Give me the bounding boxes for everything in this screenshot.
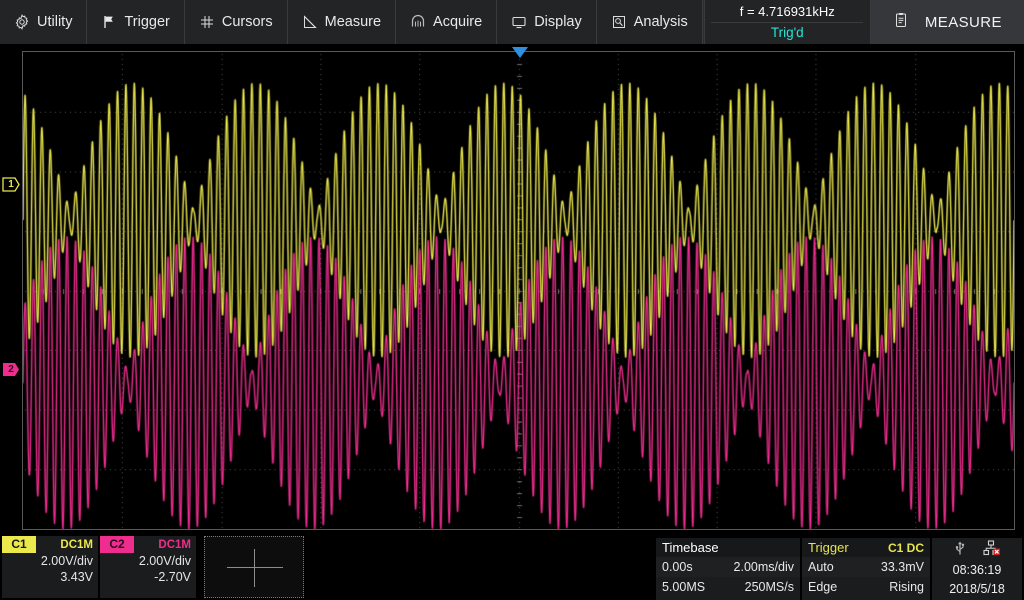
channel-2-header: C2 DC1M — [100, 536, 196, 553]
timebase-memory: 5.00MS — [662, 577, 705, 597]
trigger-level: 33.3mV — [881, 557, 924, 577]
menu-item-analysis[interactable]: Analysis — [597, 0, 703, 44]
channel-1-coupling[interactable]: DC1M — [60, 539, 98, 551]
gear-icon — [14, 14, 30, 30]
menu-item-label: Acquire — [433, 14, 482, 30]
channel-2-badge[interactable]: C2 — [100, 536, 134, 553]
timebase-title: Timebase — [662, 540, 719, 555]
oscilloscope-screen: Utility Trigger Cursors — [0, 0, 1024, 600]
waveform-canvas[interactable] — [23, 52, 1014, 529]
preview-crosshair-horizontal — [227, 567, 283, 568]
waveform-navigation-preview[interactable] — [204, 536, 304, 598]
channel-1-scale[interactable]: 2.00V/div — [2, 553, 98, 569]
channel-marker-label: 1 — [8, 177, 14, 192]
trigger-state-readout: Trig'd — [771, 24, 804, 42]
lan-disconnected-icon[interactable] — [983, 540, 1001, 561]
channel-1-reference-marker[interactable]: 1 — [2, 177, 20, 192]
channel-2-reference-marker[interactable]: 2 — [2, 362, 20, 377]
menu-item-utility[interactable]: Utility — [0, 0, 87, 44]
channel-2-offset[interactable]: -2.70V — [100, 569, 196, 585]
menu-item-cursors[interactable]: Cursors — [185, 0, 288, 44]
channel-marker-label: 2 — [8, 362, 14, 377]
preview-crosshair-vertical — [254, 549, 255, 587]
measure-button-label: MEASURE — [925, 14, 1002, 31]
menu-item-label: Cursors — [222, 14, 273, 30]
channel-1-header: C1 DC1M — [2, 536, 98, 553]
trigger-status-box: f = 4.716931kHz Trig'd — [704, 0, 871, 44]
menu-item-label: Analysis — [634, 14, 688, 30]
menu-item-display[interactable]: Display — [497, 0, 597, 44]
trigger-panel[interactable]: Trigger C1 DC Auto 33.3mV Edge Rising — [802, 538, 930, 600]
menu-item-label: Utility — [37, 14, 72, 30]
timebase-panel[interactable]: Timebase 0.00s 2.00ms/div 5.00MS 250MS/s — [656, 538, 800, 600]
system-status-panel: 08:36:19 2018/5/18 — [932, 538, 1022, 600]
channel-1-offset[interactable]: 3.43V — [2, 569, 98, 585]
trigger-position-marker[interactable] — [511, 46, 529, 58]
ruler-triangle-icon — [302, 14, 318, 30]
channel-2-coupling[interactable]: DC1M — [158, 539, 196, 551]
menu-item-label: Trigger — [124, 14, 169, 30]
timebase-row-memory-rate[interactable]: 5.00MS 250MS/s — [656, 577, 800, 597]
trigger-slope: Rising — [889, 577, 924, 597]
usb-icon[interactable] — [953, 540, 967, 561]
trigger-source[interactable]: C1 DC — [888, 541, 924, 555]
clipboard-list-icon — [893, 12, 909, 32]
frequency-readout: f = 4.716931kHz — [740, 3, 835, 20]
trigger-header: Trigger C1 DC — [802, 538, 930, 557]
menu-item-label: Measure — [325, 14, 381, 30]
channel-1-badge[interactable]: C1 — [2, 536, 36, 553]
timebase-row-delay-scale[interactable]: 0.00s 2.00ms/div — [656, 557, 800, 577]
system-icons — [932, 538, 1022, 560]
system-time: 08:36:19 — [932, 560, 1022, 580]
trigger-type: Edge — [808, 577, 837, 597]
measure-button[interactable]: MEASURE — [871, 0, 1024, 44]
timebase-header: Timebase — [656, 538, 800, 557]
timebase-delay: 0.00s — [662, 557, 693, 577]
menu-item-acquire[interactable]: Acquire — [396, 0, 497, 44]
menu-item-trigger[interactable]: Trigger — [87, 0, 184, 44]
flag-icon — [101, 14, 117, 30]
system-date: 2018/5/18 — [932, 580, 1022, 599]
timebase-scale: 2.00ms/div — [734, 557, 794, 577]
bottom-status-bar: C1 DC1M 2.00V/div 3.43V C2 DC1M 2.00V/di… — [0, 534, 1024, 600]
trigger-row-type-slope[interactable]: Edge Rising — [802, 577, 930, 597]
channel-1-panel[interactable]: C1 DC1M 2.00V/div 3.43V — [2, 536, 98, 598]
channel-2-panel[interactable]: C2 DC1M 2.00V/div -2.70V — [100, 536, 196, 598]
bottom-right-group: Timebase 0.00s 2.00ms/div 5.00MS 250MS/s… — [656, 536, 1022, 598]
menu-item-label: Display — [534, 14, 582, 30]
trigger-title: Trigger — [808, 540, 849, 555]
arch-icon — [410, 14, 426, 30]
document-search-icon — [611, 14, 627, 30]
status-divider — [711, 22, 863, 23]
crosshair-grid-icon — [199, 14, 215, 30]
menu-item-measure[interactable]: Measure — [288, 0, 396, 44]
waveform-display-area[interactable] — [22, 51, 1015, 530]
channel-2-scale[interactable]: 2.00V/div — [100, 553, 196, 569]
trigger-row-mode-level[interactable]: Auto 33.3mV — [802, 557, 930, 577]
monitor-icon — [511, 14, 527, 30]
timebase-sample-rate: 250MS/s — [745, 577, 794, 597]
trigger-mode: Auto — [808, 557, 834, 577]
menu-bar: Utility Trigger Cursors — [0, 0, 1024, 44]
